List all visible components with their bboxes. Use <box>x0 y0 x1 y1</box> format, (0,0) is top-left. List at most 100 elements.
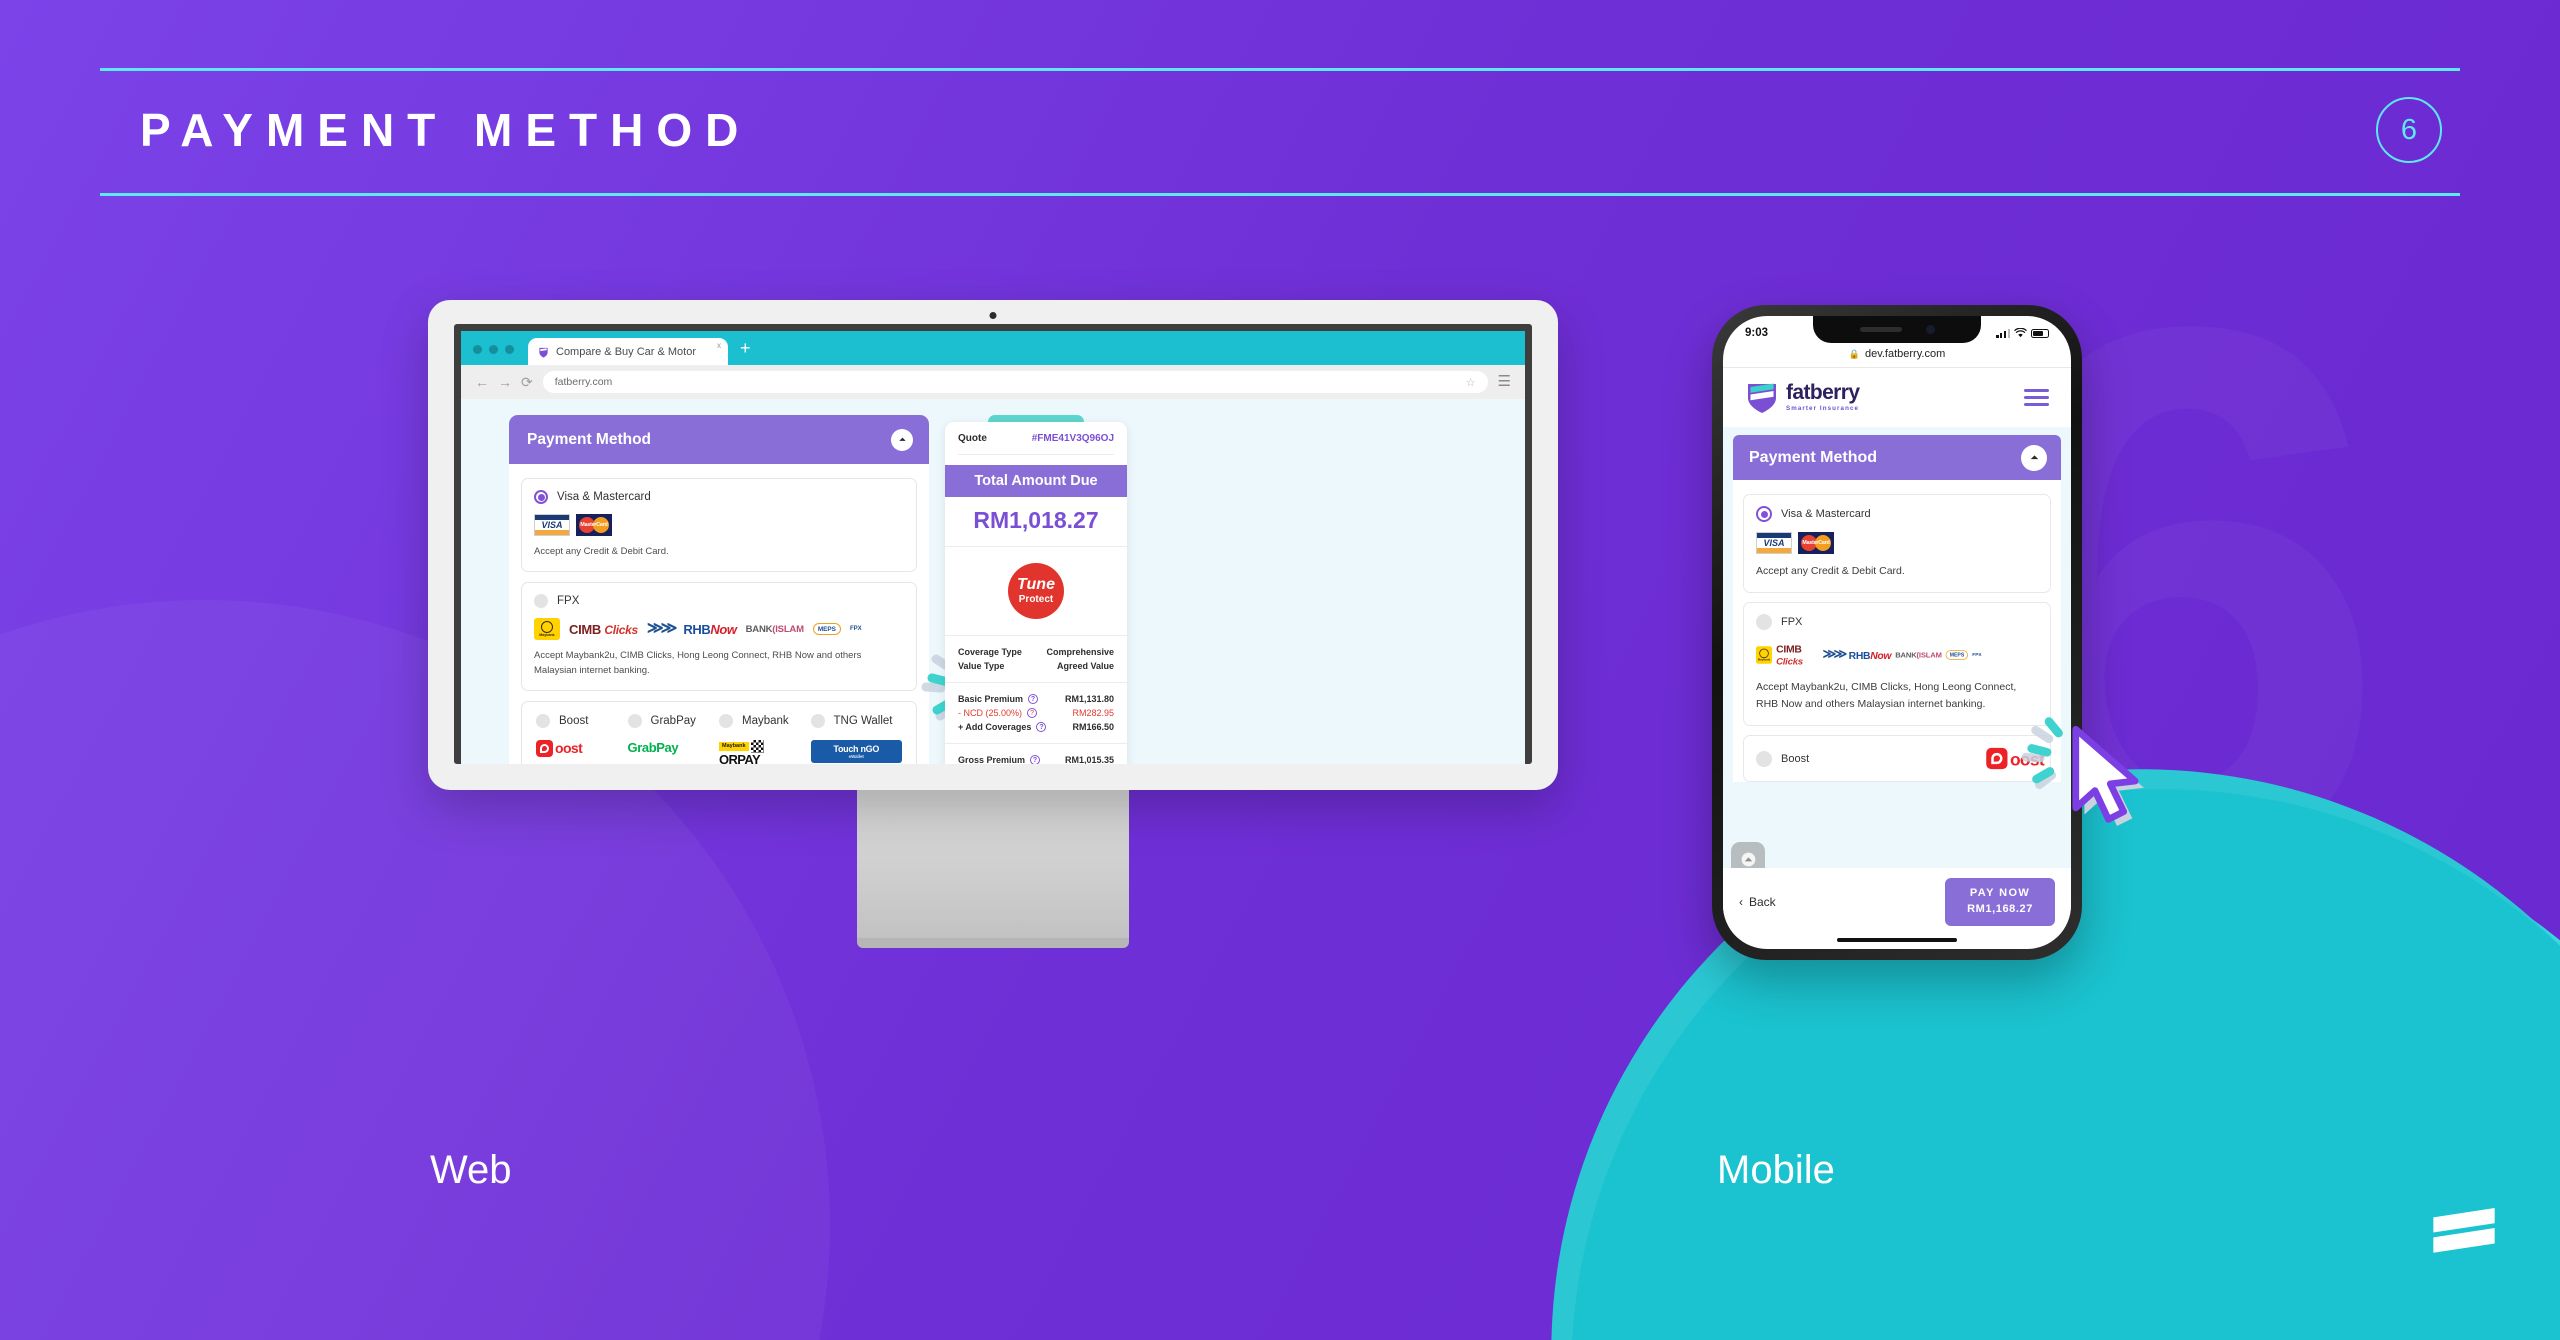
table-row: + Add Coverages? RM166.50 <box>958 720 1114 734</box>
radio-maybank[interactable] <box>719 713 733 728</box>
mobile-bottom-bar: ‹ Back PAY NOW RM1,168.27 <box>1723 868 2071 938</box>
lock-icon: 🔒 <box>1848 348 1860 359</box>
wallet-option-boost[interactable]: Boost oost <box>536 713 628 764</box>
collapse-floating-button[interactable] <box>1731 842 1765 869</box>
touchngo-logo-icon: Touch nGO eWallet <box>810 739 902 763</box>
mobile-payment-option-fpx[interactable]: FPX Maybank CIMB Clicks ≫≫ RHBNow BANK(I… <box>1743 602 2051 726</box>
card-logos: VISA MasterCard <box>534 514 904 536</box>
mastercard-logo-icon: MasterCard <box>1798 532 1834 554</box>
rhb-now-logo-icon: RHBNow <box>1848 649 1892 661</box>
browser-menu-icon[interactable]: ☰ <box>1498 375 1511 389</box>
table-row: - NCD (25.00%)? RM282.95 <box>958 706 1114 720</box>
help-icon[interactable]: ? <box>1027 708 1038 718</box>
visa-logo-icon: VISA <box>534 514 570 536</box>
total-amount-label: Total Amount Due <box>945 465 1127 497</box>
radio-fpx[interactable] <box>534 594 548 609</box>
help-icon[interactable]: ? <box>1036 722 1047 732</box>
help-icon[interactable]: ? <box>1030 755 1041 764</box>
row-value: Comprehensive <box>1046 647 1114 657</box>
pay-now-button[interactable]: PAY NOW RM1,168.27 <box>1945 878 2055 926</box>
maximize-dot-icon[interactable] <box>505 345 514 354</box>
meps-logo-icon: MEPS <box>1945 650 1969 660</box>
back-icon[interactable]: ← <box>475 374 489 391</box>
row-value: RM1,131.80 <box>1064 694 1114 704</box>
radio-visa[interactable] <box>534 490 548 504</box>
monitor-stand <box>857 790 1129 938</box>
wallet-label: Boost <box>559 714 589 727</box>
chevron-left-icon: ‹ <box>1739 895 1743 910</box>
mobile-payment-option-boost[interactable]: Boost oost <box>1743 735 2051 782</box>
payment-option-fpx[interactable]: FPX Maybank CIMB Clicks ≫≫ RHBNow BANK(I… <box>521 582 917 691</box>
quote-id: #FME41V3Q96OJ <box>1031 433 1114 444</box>
wallet-label: TNG Wallet <box>833 714 893 727</box>
chevron-up-icon[interactable] <box>891 428 913 451</box>
radio-visa[interactable] <box>1756 506 1772 522</box>
mobile-mockup: 9:03 🔒 dev.fatberry.com fatberry Smarter… <box>1712 305 2082 960</box>
header-bottom-rule <box>100 193 2460 196</box>
bookmark-star-icon[interactable]: ☆ <box>1466 376 1476 389</box>
signal-icon <box>1996 328 2010 338</box>
table-row: Basic Premium? RM1,131.80 <box>958 692 1114 706</box>
wallet-option-maybank[interactable]: Maybank Maybank QRPAY <box>719 713 811 764</box>
phone-notch <box>1813 316 1981 343</box>
browser-window: Compare & Buy Car & Motor x + ← → ⟳ fatb… <box>461 331 1525 764</box>
payment-option-description: Accept any Credit & Debit Card. <box>1756 565 1905 577</box>
row-value: RM166.50 <box>1072 722 1114 732</box>
quote-summary-panel: Quote #FME41V3Q96OJ Total Amount Due RM1… <box>945 415 1127 764</box>
insurer-name-line1: Tune <box>1017 576 1055 593</box>
premium-breakdown: Basic Premium? RM1,131.80 - NCD (25.00%)… <box>945 682 1127 743</box>
maybank-logo-icon: Maybank <box>1756 646 1773 664</box>
mobile-payment-option-visa[interactable]: Visa & Mastercard VISA MasterCard Accept… <box>1743 494 2051 593</box>
window-controls[interactable] <box>473 345 528 365</box>
mobile-page-content: Payment Method Visa & Mastercard VISA Ma… <box>1723 427 2071 869</box>
bank-islam-logo-icon: BANK(ISLAM <box>1895 650 1942 660</box>
mastercard-wordmark: MasterCard <box>580 522 608 528</box>
browser-tabbar: Compare & Buy Car & Motor x + <box>461 331 1525 365</box>
forward-icon[interactable]: → <box>498 374 512 391</box>
mobile-url-bar[interactable]: 🔒 dev.fatberry.com <box>1723 346 2071 368</box>
reload-icon[interactable]: ⟳ <box>521 374 533 391</box>
fpx-logo-icon: FPX <box>1972 652 1982 658</box>
boost-logo-icon: oost <box>536 739 628 757</box>
radio-tng[interactable] <box>810 713 825 728</box>
wallet-option-tng[interactable]: TNG Wallet Touch nGO eWallet <box>810 713 902 764</box>
radio-boost[interactable] <box>1756 750 1772 767</box>
browser-tab[interactable]: Compare & Buy Car & Motor x <box>528 338 728 365</box>
back-label: Back <box>1749 895 1776 910</box>
mobile-navbar: fatberry Smarter Insurance <box>1723 368 2071 427</box>
grabpay-logo-icon: GrabPay <box>627 739 679 755</box>
hamburger-menu-icon[interactable] <box>2024 388 2049 406</box>
chevron-up-icon[interactable] <box>2021 444 2047 471</box>
browser-addressbar: ← → ⟳ fatberry.com ☆ ☰ <box>461 365 1525 399</box>
page-title: PAYMENT METHOD <box>140 104 752 156</box>
mobile-payment-method-header[interactable]: Payment Method <box>1733 435 2061 480</box>
help-icon[interactable]: ? <box>1028 694 1039 704</box>
wallet-option-grabpay[interactable]: GrabPay GrabPay <box>627 713 720 764</box>
radio-boost[interactable] <box>536 713 550 728</box>
table-row: Gross Premium? RM1,015.35 <box>958 753 1114 764</box>
fatberry-watermark-icon <box>2418 1196 2510 1292</box>
new-tab-button[interactable]: + <box>728 338 751 365</box>
minimize-dot-icon[interactable] <box>489 345 498 354</box>
payment-option-visa[interactable]: Visa & Mastercard VISA MasterCard Accept… <box>521 478 917 573</box>
boost-logo-icon: oost <box>1986 747 2045 770</box>
back-button[interactable]: ‹ Back <box>1739 895 1776 909</box>
payment-method-header[interactable]: Payment Method <box>509 415 929 464</box>
table-row: Coverage Type Comprehensive <box>958 645 1114 659</box>
url-input[interactable]: fatberry.com ☆ <box>542 371 1488 393</box>
table-row: Value Type Agreed Value <box>958 659 1114 673</box>
row-label: Value Type <box>958 661 1005 671</box>
close-dot-icon[interactable] <box>473 345 482 354</box>
radio-grabpay[interactable] <box>627 713 642 728</box>
monitor-foot <box>857 938 1129 948</box>
card-logos: VISA MasterCard <box>1756 532 2038 554</box>
favicon-icon <box>539 347 548 357</box>
url-text: fatberry.com <box>554 376 613 388</box>
tab-close-icon[interactable]: x <box>717 341 721 350</box>
fatberry-logo[interactable]: fatberry Smarter Insurance <box>1745 379 1860 415</box>
cimb-clicks-logo-icon: CIMB Clicks <box>569 621 638 637</box>
row-value: Agreed Value <box>1056 661 1114 671</box>
radio-fpx[interactable] <box>1756 614 1772 630</box>
maybank-qrpay-logo-icon: Maybank QRPAY <box>719 739 811 764</box>
status-time: 9:03 <box>1745 327 1769 339</box>
